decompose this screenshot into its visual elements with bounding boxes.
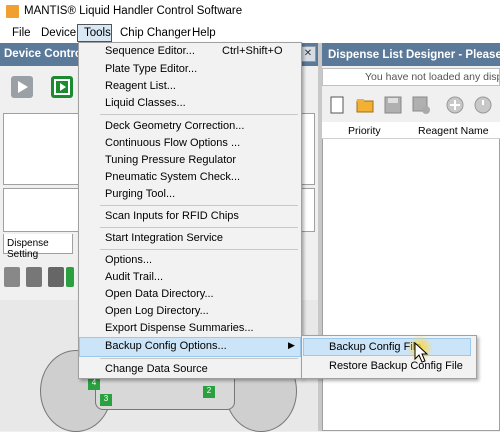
- save-as-icon[interactable]: [412, 96, 430, 114]
- mouse-pointer-icon: [414, 342, 429, 363]
- no-list-notice: You have not loaded any dispense li: [322, 68, 500, 86]
- run-button[interactable]: [51, 76, 73, 98]
- menu-item-reagent-list[interactable]: Reagent List...: [105, 80, 176, 92]
- device-control-title: Device Control: [4, 48, 86, 60]
- menu-item-export-summaries[interactable]: Export Dispense Summaries...: [105, 322, 254, 334]
- menu-separator: [100, 249, 298, 250]
- menu-item-change-data-source[interactable]: Change Data Source: [105, 363, 208, 375]
- menu-item-purging-tool[interactable]: Purging Tool...: [105, 188, 175, 200]
- play-button[interactable]: [11, 76, 33, 98]
- column-priority[interactable]: Priority: [348, 125, 381, 137]
- menu-separator: [100, 114, 298, 115]
- menu-separator: [100, 227, 298, 228]
- menu-item-open-log-dir[interactable]: Open Log Directory...: [105, 305, 209, 317]
- menu-item-integration-service[interactable]: Start Integration Service: [105, 232, 223, 244]
- tab-dispense-setting[interactable]: Dispense Setting: [3, 234, 73, 260]
- play-icon: [18, 81, 28, 93]
- menu-tools[interactable]: Tools: [84, 27, 111, 39]
- menu-item-audit-trail[interactable]: Audit Trail...: [105, 271, 163, 283]
- menu-item-scan-rfid[interactable]: Scan Inputs for RFID Chips: [105, 210, 239, 222]
- new-file-icon[interactable]: [328, 96, 346, 114]
- close-icon[interactable]: ✕: [300, 46, 316, 62]
- menu-item-pneumatic-check[interactable]: Pneumatic System Check...: [105, 171, 240, 183]
- app-logo-icon: [6, 5, 19, 18]
- deck-label-4: 4: [88, 378, 100, 390]
- menu-item-continuous-flow[interactable]: Continuous Flow Options ...: [105, 137, 240, 149]
- menu-separator: [100, 358, 298, 359]
- menu-item-deck-geometry[interactable]: Deck Geometry Correction...: [105, 120, 244, 132]
- menu-device[interactable]: Device: [41, 27, 76, 39]
- column-reagent-name[interactable]: Reagent Name: [418, 125, 489, 137]
- add-icon[interactable]: [446, 96, 464, 114]
- menu-help[interactable]: Help: [192, 27, 216, 39]
- dispense-table: [322, 122, 500, 431]
- chip-icon[interactable]: [48, 267, 64, 287]
- save-icon[interactable]: [384, 96, 402, 114]
- dispense-list-title: Dispense List Designer - Please crea: [328, 49, 500, 61]
- chip-icon[interactable]: [4, 267, 20, 287]
- menu-chip-changer[interactable]: Chip Changer: [120, 27, 191, 39]
- menu-item-tuning-pressure[interactable]: Tuning Pressure Regulator: [105, 154, 236, 166]
- submenu-item-restore-backup[interactable]: Restore Backup Config File: [329, 360, 463, 372]
- menu-item-backup-config[interactable]: Backup Config Options...: [105, 340, 227, 352]
- deck-label-2: 2: [203, 386, 215, 398]
- menu-item-options[interactable]: Options...: [105, 254, 152, 266]
- window-title: MANTIS® Liquid Handler Control Software: [24, 5, 243, 17]
- menu-separator: [100, 205, 298, 206]
- menu-item-sequence-editor[interactable]: Sequence Editor...: [105, 45, 195, 57]
- run-icon: [54, 79, 70, 95]
- chip-icon[interactable]: [26, 267, 42, 287]
- open-folder-icon[interactable]: [356, 96, 374, 114]
- chip-green-icon[interactable]: [66, 267, 74, 287]
- menu-item-liquid-classes[interactable]: Liquid Classes...: [105, 97, 186, 109]
- menu-item-plate-type-editor[interactable]: Plate Type Editor...: [105, 63, 197, 75]
- submenu-arrow-icon: ▶: [288, 340, 295, 350]
- menu-file[interactable]: File: [12, 27, 31, 39]
- shortcut-sequence-editor: Ctrl+Shift+O: [222, 45, 283, 57]
- clock-icon[interactable]: [474, 96, 492, 114]
- deck-label-3: 3: [100, 394, 112, 406]
- menu-item-open-data-dir[interactable]: Open Data Directory...: [105, 288, 214, 300]
